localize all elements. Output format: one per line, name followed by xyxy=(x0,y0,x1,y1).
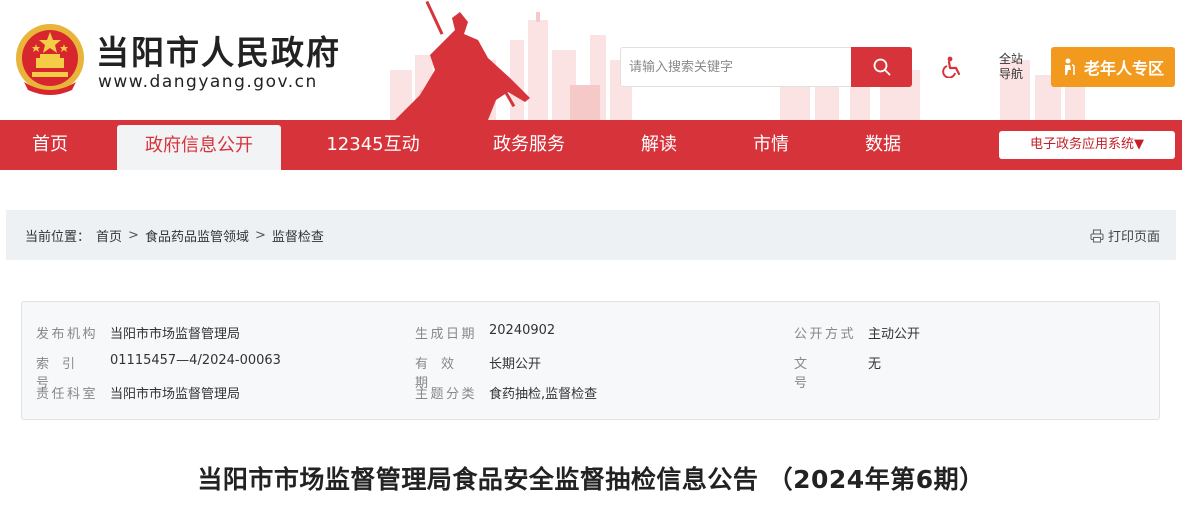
meta-row: 索引号 01115457—4/2024-00063 有效期 长期公开 文号 无 xyxy=(22,353,1159,391)
meta-dept: 责任科室 当阳市市场监督管理局 xyxy=(36,383,240,402)
accessibility-button[interactable] xyxy=(938,52,966,82)
breadcrumb-item-home[interactable]: 首页 xyxy=(96,226,122,245)
meta-label: 主题分类 xyxy=(415,387,478,402)
nav-item-city-info[interactable]: 市情 xyxy=(732,120,810,170)
meta-value: 当阳市市场监督管理局 xyxy=(110,327,241,342)
breadcrumb-item-inspection[interactable]: 监督检查 xyxy=(272,226,324,245)
breadcrumb-item-food-drug[interactable]: 食品药品监管领域 xyxy=(145,226,249,245)
breadcrumb-bar: 当前位置： 首页 > 食品药品监管领域 > 监督检查 打印页面 xyxy=(6,210,1176,260)
nav-item-gov-info[interactable]: 政府信息公开 xyxy=(117,125,281,170)
elder-zone-button[interactable]: 老年人专区 xyxy=(1051,47,1175,87)
meta-row: 发布机构 当阳市市场监督管理局 生成日期 20240902 公开方式 主动公开 xyxy=(22,323,1159,343)
site-url: www.dangyang.gov.cn xyxy=(98,72,318,92)
site-title[interactable]: 当阳市人民政府 xyxy=(96,26,341,74)
search-icon xyxy=(873,58,890,76)
print-page-button[interactable]: 打印页面 xyxy=(1090,226,1160,245)
breadcrumb-separator: > xyxy=(128,228,139,243)
nav-item-data[interactable]: 数据 xyxy=(844,120,922,170)
meta-open-mode: 公开方式 主动公开 xyxy=(794,323,920,342)
meta-value: 食药抽检,监督检查 xyxy=(489,387,598,402)
meta-topic: 主题分类 食药抽检,监督检查 xyxy=(415,383,597,402)
breadcrumb-separator: > xyxy=(254,228,266,243)
printer-icon xyxy=(1090,228,1104,243)
meta-value: 20240902 xyxy=(489,323,556,338)
meta-label: 责任科室 xyxy=(36,387,99,402)
sitemap-label-line1: 全站 xyxy=(998,52,1023,66)
document-meta-panel: 发布机构 当阳市市场监督管理局 生成日期 20240902 公开方式 主动公开 … xyxy=(21,301,1160,420)
search-input[interactable] xyxy=(621,48,851,86)
meta-publisher: 发布机构 当阳市市场监督管理局 xyxy=(36,323,240,342)
article-title: 当阳市市场监督管理局食品安全监督抽检信息公告 （2024年第6期） xyxy=(197,465,985,494)
breadcrumb: 当前位置： 首页 > 食品药品监管领域 > 监督检查 xyxy=(25,226,324,245)
meta-label: 发布机构 xyxy=(36,327,99,342)
meta-label: 生成日期 xyxy=(415,327,478,342)
wheelchair-icon xyxy=(942,56,961,78)
nav-item-gov-service[interactable]: 政务服务 xyxy=(474,120,584,170)
nav-item-home[interactable]: 首页 xyxy=(0,120,100,170)
sitemap-link[interactable]: 全站 导航 xyxy=(996,52,1026,82)
print-page-label: 打印页面 xyxy=(1107,230,1160,245)
meta-value: 主动公开 xyxy=(868,327,921,342)
sitemap-label-line2: 导航 xyxy=(998,67,1023,81)
meta-row: 责任科室 当阳市市场监督管理局 主题分类 食药抽检,监督检查 xyxy=(22,383,1159,403)
elder-zone-label: 老年人专区 xyxy=(1083,59,1164,78)
egov-systems-dropdown[interactable]: 电子政务应用系统▼ xyxy=(999,131,1175,159)
nav-item-12345[interactable]: 12345互动 xyxy=(310,120,436,170)
elder-person-icon xyxy=(1064,58,1075,75)
meta-value: 当阳市市场监督管理局 xyxy=(110,387,241,402)
meta-date: 生成日期 20240902 xyxy=(415,323,555,342)
breadcrumb-prefix: 当前位置： xyxy=(25,230,91,245)
national-emblem-icon xyxy=(16,24,84,95)
search-button[interactable] xyxy=(851,47,912,87)
nav-item-interpretation[interactable]: 解读 xyxy=(620,120,698,170)
meta-label: 公开方式 xyxy=(794,327,857,342)
